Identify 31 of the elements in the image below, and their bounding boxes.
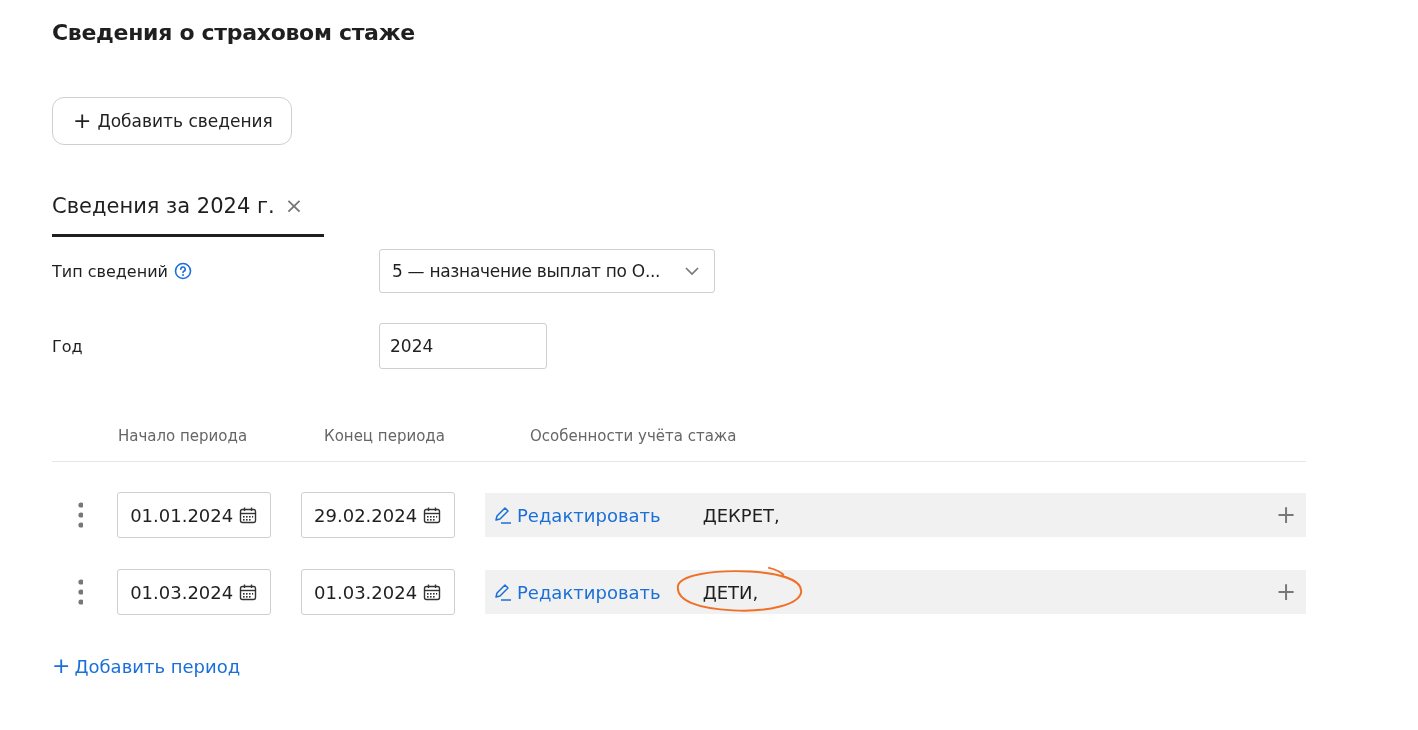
column-header: Особенности учёта стажа <box>530 427 737 445</box>
type-dropdown[interactable]: 5 — назначение выплат по О... <box>379 249 715 293</box>
calendar-icon <box>238 505 259 525</box>
calendar-icon <box>422 505 442 525</box>
pencil-icon <box>493 582 513 602</box>
edit-link[interactable]: Редактировать <box>493 504 661 526</box>
add-info-button[interactable]: + Добавить сведения <box>52 97 292 145</box>
pencil-icon <box>493 505 513 525</box>
column-header: Начало периода <box>118 427 249 445</box>
field-label: Год <box>52 336 83 356</box>
close-icon[interactable]: × <box>284 193 304 218</box>
add-button[interactable]: + <box>1271 501 1300 529</box>
more-icon <box>78 579 84 605</box>
date-field[interactable]: 01.01.2024 <box>117 492 272 538</box>
chevron-down-icon <box>684 266 700 276</box>
features-text: ДЕТИ, <box>702 581 759 603</box>
section-tab[interactable]: Сведения за 2024 г. × <box>52 193 324 237</box>
page-title: Сведения о страховом стаже <box>52 20 415 45</box>
add-button[interactable]: + <box>1271 578 1300 606</box>
date-field[interactable]: 01.03.2024 <box>301 569 455 615</box>
date-field[interactable]: 01.03.2024 <box>117 569 272 615</box>
more-icon <box>78 502 84 528</box>
calendar-icon <box>422 582 442 602</box>
add-period-link[interactable]: + Добавить период <box>52 655 241 677</box>
features-text: ДЕКРЕТ, <box>702 504 780 526</box>
column-header: Конец периода <box>324 427 446 445</box>
calendar-icon <box>238 582 259 602</box>
edit-link[interactable]: Редактировать <box>493 581 661 603</box>
field-label: Тип сведений <box>52 261 168 281</box>
year-input[interactable]: 2024 <box>379 323 547 369</box>
date-field[interactable]: 29.02.2024 <box>301 492 455 538</box>
